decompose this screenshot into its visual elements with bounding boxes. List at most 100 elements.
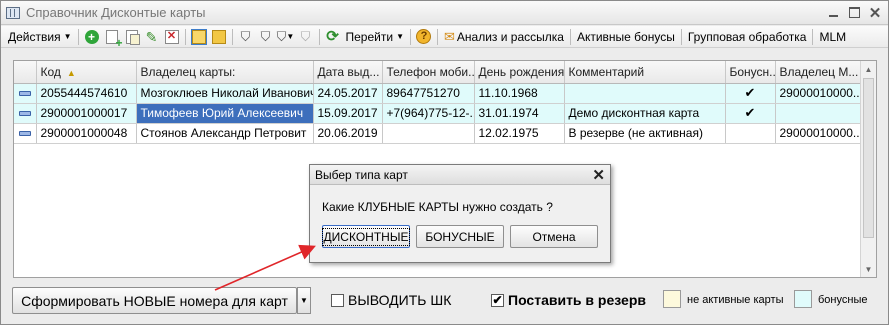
hierarchy-button[interactable] xyxy=(210,28,228,46)
cell-code[interactable]: 2055444574610 xyxy=(36,83,137,104)
cell-phone[interactable]: 89647751270 xyxy=(382,83,475,104)
dropdown-arrow-icon: ▼ xyxy=(300,296,308,305)
cell-comment[interactable]: Демо дисконтная карта xyxy=(564,103,726,124)
column-header-mlm-owner[interactable]: Владелец М... xyxy=(775,61,862,84)
table-row[interactable]: 2900001000017 Тимофеев Юрий Алексеевич 1… xyxy=(14,103,862,124)
vertical-scrollbar[interactable]: ▲ ▼ xyxy=(860,61,876,277)
row-status-cell xyxy=(14,123,37,144)
add-button[interactable]: + xyxy=(83,28,101,46)
group-processing-button[interactable]: Групповая обработка xyxy=(685,27,810,47)
minimize-button[interactable] xyxy=(824,4,842,21)
delete-icon: ✕ xyxy=(164,29,179,44)
dropdown-arrow-icon: ▼ xyxy=(286,31,295,41)
toolbar-separator xyxy=(436,28,438,45)
dialog-cancel-button[interactable]: Отмена xyxy=(510,225,598,248)
cell-issue-date[interactable]: 24.05.2017 xyxy=(313,83,383,104)
active-bonuses-button[interactable]: Активные бонусы xyxy=(574,27,678,47)
goto-menu[interactable]: Перейти ▼ xyxy=(343,27,407,47)
scroll-up-icon[interactable]: ▲ xyxy=(861,61,876,77)
close-window-button[interactable]: ✕ xyxy=(866,4,884,22)
filter-icon: ⛉ xyxy=(240,29,251,44)
column-header-birthday[interactable]: День рождения xyxy=(474,61,565,84)
reserve-checkbox[interactable]: ✔ Поставить в резерв xyxy=(491,292,646,308)
discount-cards-button-label: ДИСКОНТНЫЕ xyxy=(321,227,411,246)
filter-history-button[interactable]: ⛉ ▼ xyxy=(277,28,295,46)
refresh-button[interactable]: ⟳ xyxy=(324,28,342,46)
generate-numbers-button[interactable]: Сформировать НОВЫЕ номера для карт xyxy=(12,287,297,314)
help-icon: ? xyxy=(416,29,432,44)
maximize-button[interactable] xyxy=(845,4,863,21)
cell-code[interactable]: 2900001000017 xyxy=(36,103,137,124)
table-header-row: Код ▲ Владелец карты: Дата выд... Телефон… xyxy=(14,61,862,84)
copy-button[interactable] xyxy=(123,28,141,46)
edit-button[interactable]: ✎ xyxy=(143,28,161,46)
add-group-icon xyxy=(105,29,123,49)
dialog-title: Выбер типа карт xyxy=(315,167,408,182)
cell-bonus[interactable] xyxy=(725,123,776,144)
column-header-comment[interactable]: Комментарий xyxy=(564,61,726,84)
cell-birthday[interactable]: 12.02.1975 xyxy=(474,123,565,144)
cell-phone[interactable] xyxy=(382,123,475,144)
table-row[interactable]: 2055444574610 Мозгоклюев Николай Иванови… xyxy=(14,83,862,104)
dialog-close-icon[interactable]: ✕ xyxy=(592,166,605,184)
column-header-icon[interactable] xyxy=(14,61,37,84)
help-button[interactable]: ? xyxy=(415,28,433,46)
mail-icon: ✉ xyxy=(443,28,455,44)
discount-cards-button[interactable]: ДИСКОНТНЫЕ xyxy=(321,225,411,248)
active-bonuses-label: Активные бонусы xyxy=(576,29,675,44)
title-bar[interactable]: Справочник Дисконтые карты ✕ xyxy=(1,1,888,25)
column-header-owner[interactable]: Владелец карты: xyxy=(136,61,314,84)
toolbar-separator xyxy=(184,28,186,45)
dialog-title-bar[interactable]: Выбер типа карт ✕ xyxy=(310,165,610,185)
dialog-question: Какие КЛУБНЫЕ КАРТЫ нужно создать ? xyxy=(322,200,553,214)
cell-code[interactable]: 2900001000048 xyxy=(36,123,137,144)
group-processing-label: Групповая обработка xyxy=(687,29,807,44)
generate-numbers-dropdown[interactable]: ▼ xyxy=(297,287,311,314)
filter-button[interactable]: ⛉ xyxy=(237,28,255,46)
catalog-icon xyxy=(6,6,20,19)
cell-comment[interactable] xyxy=(564,83,726,104)
scrollbar-thumb[interactable] xyxy=(863,78,874,238)
cell-owner-selected[interactable]: Тимофеев Юрий Алексеевич xyxy=(136,103,314,124)
actions-menu[interactable]: Действия ▼ xyxy=(5,27,75,47)
clear-filter-button[interactable]: ⛉ xyxy=(297,28,315,46)
cell-mlm-owner[interactable] xyxy=(775,103,862,124)
cell-birthday[interactable]: 11.10.1968 xyxy=(474,83,565,104)
filter-value-button[interactable]: ⛉ xyxy=(257,28,275,46)
toolbar: Действия ▼ + ✎ ✕ ⛉ ⛉ ⛉▼ ⛉ ⟳ Перейти ▼ ? … xyxy=(1,26,888,49)
print-barcode-checkbox[interactable]: ВЫВОДИТЬ ШК xyxy=(331,292,451,308)
generate-numbers-label: Сформировать НОВЫЕ номера для карт xyxy=(21,292,288,309)
cell-owner[interactable]: Мозгоклюев Николай Иванович xyxy=(136,83,314,104)
bonus-cards-button[interactable]: БОНУСНЫЕ xyxy=(416,225,504,248)
cell-comment[interactable]: В резерве (не активная) xyxy=(564,123,726,144)
checkbox-unchecked-icon[interactable] xyxy=(331,293,344,307)
cell-issue-date[interactable]: 15.09.2017 xyxy=(313,103,383,124)
cell-birthday[interactable]: 31.01.1974 xyxy=(474,103,565,124)
scroll-down-icon[interactable]: ▼ xyxy=(861,261,876,277)
window-title: Справочник Дисконтые карты xyxy=(26,5,206,20)
cell-bonus-check-icon[interactable]: ✔ xyxy=(725,83,776,104)
cell-phone[interactable]: +7(964)775-12-... xyxy=(382,103,475,124)
table-row[interactable]: 2900001000048 Стоянов Александр Петровит… xyxy=(14,123,862,144)
filter-history-icon: ⛉ xyxy=(276,29,287,44)
delete-mark-button[interactable]: ✕ xyxy=(163,28,181,46)
clear-filter-icon: ⛉ xyxy=(300,29,311,44)
filter-value-icon: ⛉ xyxy=(260,29,271,44)
cards-grid: Код ▲ Владелец карты: Дата выд... Телефон… xyxy=(14,61,862,144)
add-group-button[interactable] xyxy=(103,28,123,49)
column-header-phone[interactable]: Телефон моби... xyxy=(382,61,475,84)
cell-bonus-check-icon[interactable]: ✔ xyxy=(725,103,776,124)
checkbox-checked-icon[interactable]: ✔ xyxy=(491,293,504,307)
column-header-issue-date[interactable]: Дата выд... xyxy=(313,61,383,84)
cell-issue-date[interactable]: 20.06.2019 xyxy=(313,123,383,144)
analysis-button[interactable]: ✉ Анализ и рассылка xyxy=(441,27,567,47)
column-header-code[interactable]: Код ▲ xyxy=(36,61,137,84)
cell-mlm-owner[interactable]: 29000010000... xyxy=(775,83,862,104)
cell-owner[interactable]: Стоянов Александр Петровит xyxy=(136,123,314,144)
toolbar-separator xyxy=(680,28,682,45)
pencil-icon: ✎ xyxy=(145,28,158,45)
list-mode-button[interactable] xyxy=(190,28,208,46)
column-header-bonus[interactable]: Бонусн... xyxy=(725,61,776,84)
mlm-button[interactable]: MLM xyxy=(816,27,849,47)
cell-mlm-owner[interactable]: 29000010000... xyxy=(775,123,862,144)
